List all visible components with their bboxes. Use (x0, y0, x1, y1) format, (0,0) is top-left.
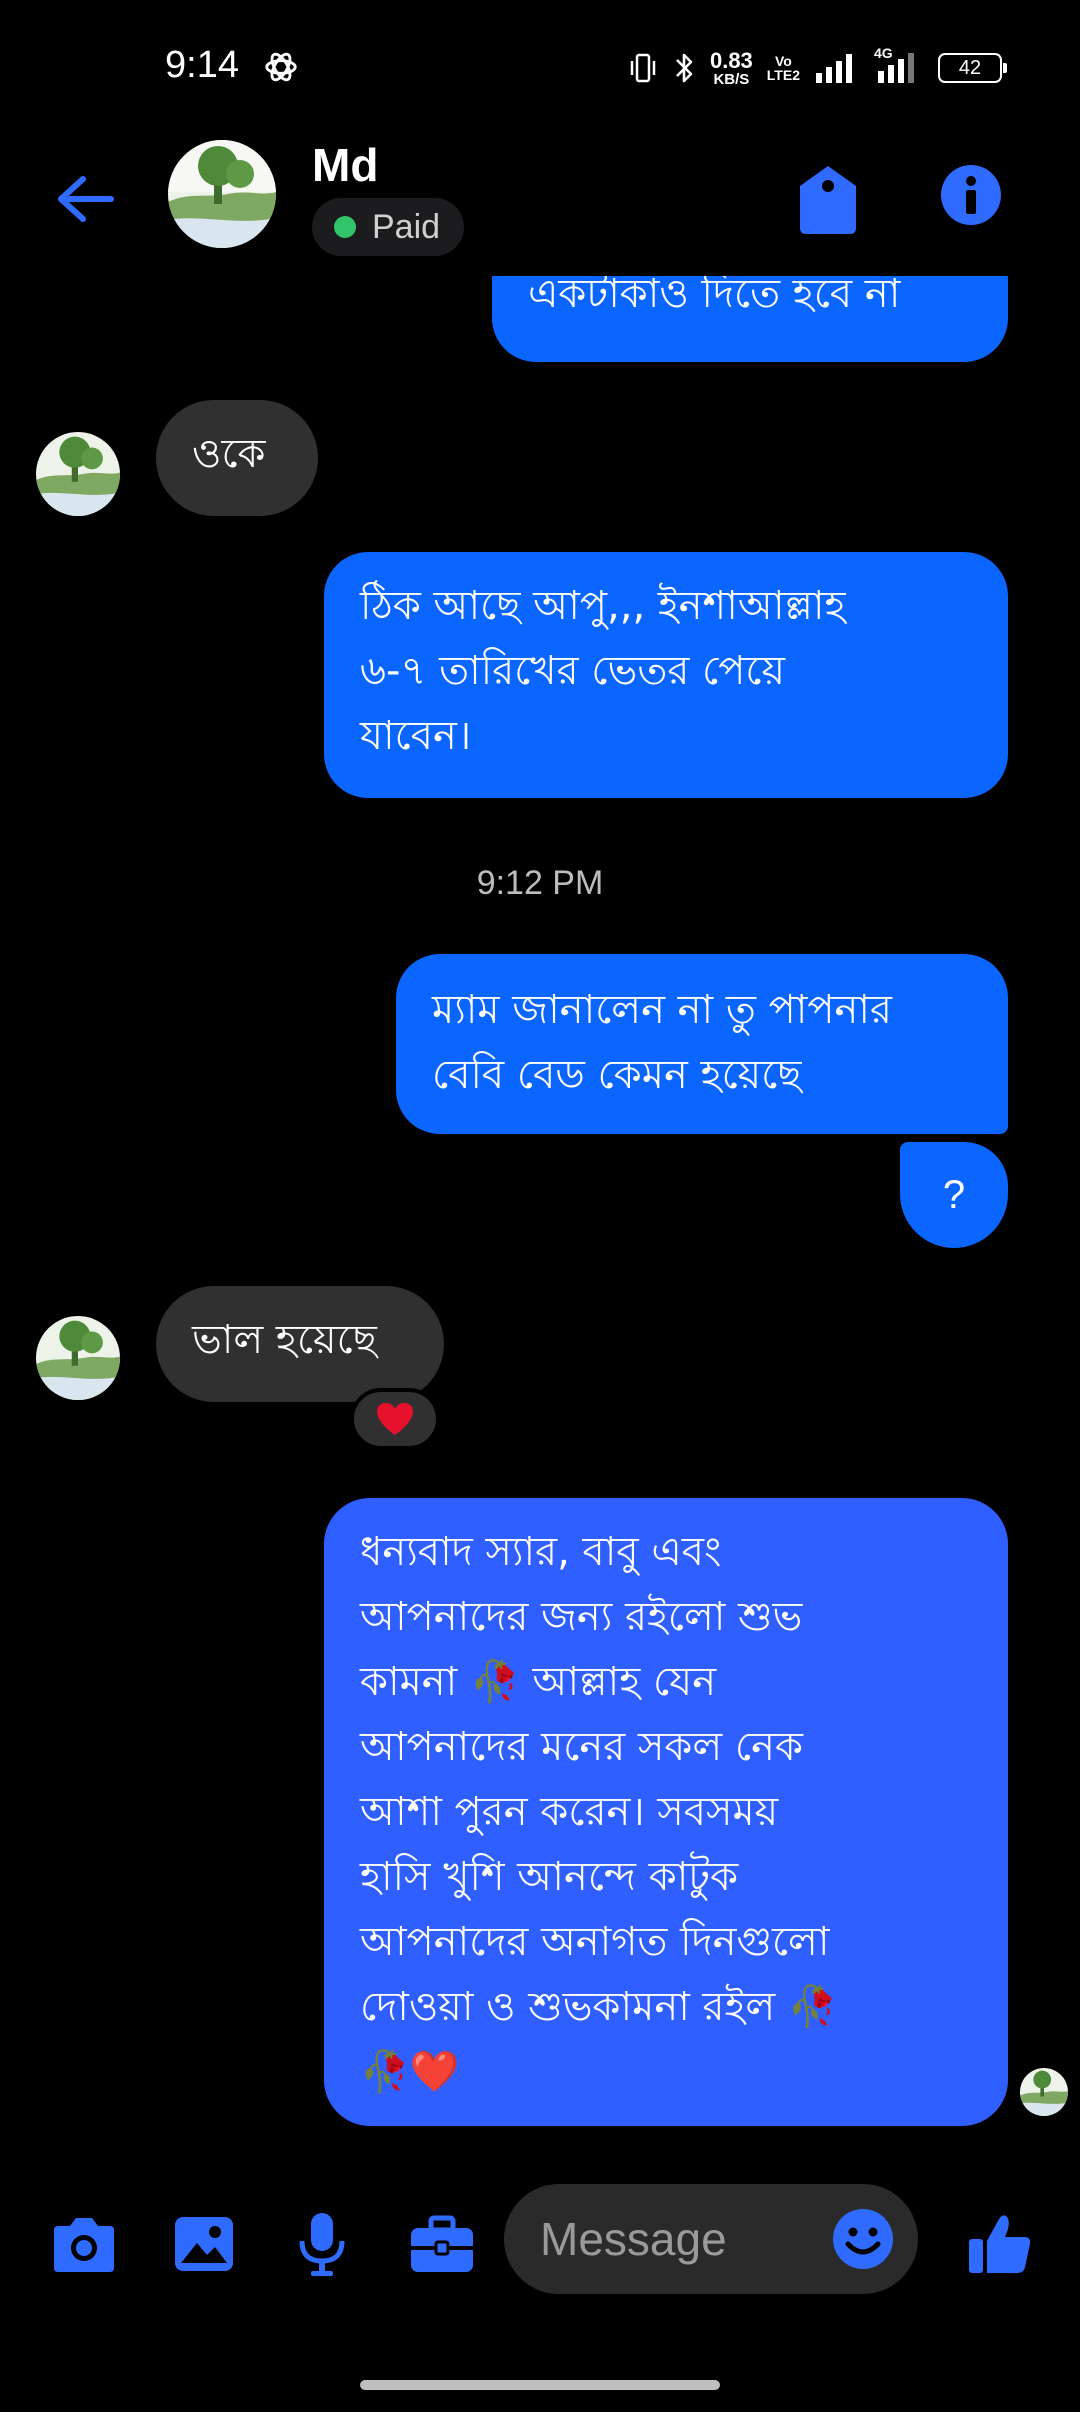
message-text: ভাল হয়েছে (192, 1317, 377, 1363)
contact-avatar-small[interactable] (36, 1316, 120, 1400)
message-text-line: ঠিক আছে আপু,,, ইনশাআল্লাহ (360, 583, 846, 629)
message-input[interactable] (540, 2184, 820, 2294)
camera-icon (54, 2218, 114, 2272)
message-text-line: ম্যাম জানালেন না তু পাপনার (432, 987, 892, 1033)
image-icon (175, 2217, 233, 2271)
message-text-line: আপনাদের মনের সকল নেক (360, 1724, 803, 1770)
message-text-line: দোওয়া ও শুভকামনা রইল 🥀 (360, 1984, 838, 2030)
message-bubble-incoming[interactable]: ওকে (156, 400, 318, 516)
thumbs-up-icon (969, 2215, 1031, 2273)
message-text-line: আপনাদের অনাগত দিনগুলো (360, 1919, 830, 1965)
home-indicator[interactable] (360, 2380, 720, 2390)
message-timestamp: 9:12 PM (476, 864, 604, 902)
paid-label: Paid (372, 207, 441, 246)
message-field[interactable] (504, 2184, 918, 2294)
battery-indicator: 42 (938, 53, 1007, 83)
message-list[interactable]: একটাকাও দিতে হবে না ওকে ঠিক আছে আপু,,, ই… (0, 276, 1080, 2162)
back-button[interactable] (50, 164, 120, 234)
info-icon[interactable] (940, 164, 1002, 226)
paid-label-chip[interactable]: Paid (312, 198, 465, 256)
message-text-line: আশা পুরন করেন। সবসময় (360, 1789, 779, 1835)
briefcase-icon (411, 2215, 473, 2272)
message-bubble-outgoing[interactable]: একটাকাও দিতে হবে না (492, 276, 1008, 362)
message-text-line: কামনা 🥀 আল্লাহ যেন (360, 1659, 717, 1705)
signal-4g: 4G (872, 45, 924, 85)
heart-icon (377, 1403, 413, 1435)
message-bubble-incoming[interactable]: ভাল হয়েছে (156, 1286, 444, 1402)
message-bubble-outgoing[interactable]: ? (900, 1142, 1008, 1248)
emoji-icon[interactable] (832, 2208, 894, 2270)
contact-name[interactable]: Md (312, 138, 378, 192)
business-tools-button[interactable] (404, 2206, 480, 2282)
camera-button[interactable] (46, 2206, 122, 2282)
contact-avatar[interactable] (168, 140, 276, 248)
message-composer (0, 2162, 1080, 2322)
reaction-badge[interactable] (350, 1388, 440, 1450)
volte-indicator: Vo LTE2 (766, 53, 800, 83)
message-text-line: বেবি বেড কেমন হয়েছে (432, 1052, 802, 1098)
message-text: একটাকাও দিতে হবে না (528, 276, 901, 317)
bluetooth-icon (676, 53, 693, 83)
status-dot (334, 216, 356, 238)
message-text-line: ধন্যবাদ স্যার, বাবু এবং (360, 1529, 722, 1575)
tag-icon[interactable] (796, 162, 860, 238)
message-bubble-outgoing[interactable]: ঠিক আছে আপু,,, ইনশাআল্লাহ ৬-৭ তারিখের ভে… (324, 552, 1008, 798)
chatgpt-icon (265, 52, 297, 82)
message-text-line: 🥀❤️ (360, 2049, 460, 2095)
network-speed: 0.83 KB/S (709, 47, 753, 88)
seen-indicator-avatar (1020, 2068, 1068, 2116)
status-bar: 9:14 0.83 KB/S Vo LTE2 4G 42 (0, 0, 1080, 136)
voice-button[interactable] (284, 2206, 360, 2282)
back-arrow-icon (58, 176, 114, 222)
message-text-line: যাবেন। (360, 713, 472, 759)
status-icons: 0.83 KB/S Vo LTE2 4G 42 (628, 45, 1007, 90)
mic-icon (299, 2213, 345, 2276)
signal-icon (816, 54, 852, 83)
message-text-line: হাসি খুশি আনন্দে কাটুক (360, 1854, 739, 1900)
message-text-line: আপনাদের জন্য রইলো শুভ (360, 1594, 803, 1640)
message-text: ওকে (192, 431, 266, 477)
message-bubble-outgoing[interactable]: ম্যাম জানালেন না তু পাপনার বেবি বেড কেমন… (396, 954, 1008, 1134)
message-text: ? (942, 1172, 966, 1217)
contact-avatar-small[interactable] (36, 432, 120, 516)
status-time: 9:14 (165, 44, 239, 86)
like-button[interactable] (962, 2206, 1038, 2282)
conversation-header: Md Paid (0, 136, 1080, 276)
gallery-button[interactable] (166, 2206, 242, 2282)
message-text-line: ৬-৭ তারিখের ভেতর পেয়ে (360, 648, 786, 694)
vibrate-icon (630, 53, 656, 83)
message-bubble-outgoing[interactable]: ধন্যবাদ স্যার, বাবু এবং আপনাদের জন্য রইল… (324, 1498, 1008, 2126)
